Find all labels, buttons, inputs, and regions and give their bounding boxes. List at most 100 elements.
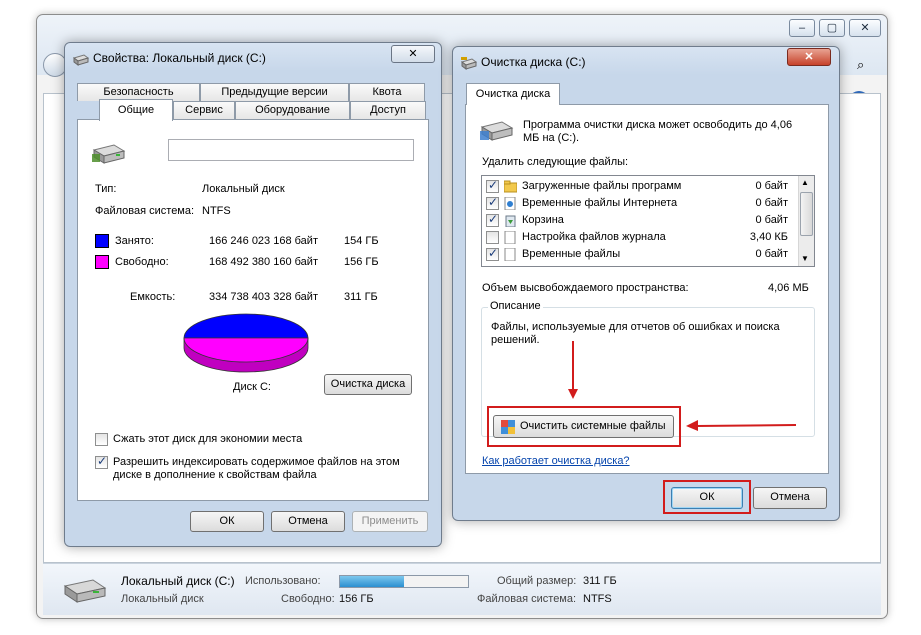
properties-close-button[interactable]: ✕ (391, 45, 435, 63)
file-size: 0 байт (755, 180, 788, 192)
file-size: 3,40 КБ (749, 231, 788, 243)
disk-cleanup-dialog: Очистка диска (C:) ✕ Очистка диска Прогр… (452, 46, 840, 521)
search-icon[interactable]: ⌕ (857, 57, 877, 75)
file-list-item[interactable]: ✓ Временные файлы 0 байт (482, 246, 796, 263)
close-button[interactable]: ✕ (849, 19, 881, 37)
used-label: Занято: (115, 235, 154, 247)
tab-sharing[interactable]: Доступ (350, 101, 426, 119)
shield-icon (501, 420, 515, 434)
maximize-button[interactable]: ▢ (819, 19, 845, 37)
disk-name-label: Диск C: (233, 381, 271, 393)
properties-title: Свойства: Локальный диск (C:) (93, 51, 266, 65)
details-pane: Локальный диск (C:) Локальный диск Испол… (43, 563, 881, 615)
type-label: Тип: (95, 183, 117, 195)
divider (90, 408, 410, 409)
folder-icon (503, 180, 518, 193)
drive-name: Локальный диск (C:) (121, 574, 235, 588)
used-space-fill (340, 576, 404, 587)
used-label: Использовано: (245, 575, 321, 587)
red-arrow-left-icon (686, 420, 797, 431)
file-checkbox[interactable]: ✓ (486, 212, 499, 227)
tab-quota[interactable]: Квота (349, 83, 425, 101)
file-size: 0 байт (755, 197, 788, 209)
recycle-bin-icon (504, 214, 517, 228)
free-label: Свободно: (281, 593, 335, 605)
pie-slice-used (183, 313, 309, 339)
tab-hardware[interactable]: Оборудование (235, 101, 350, 119)
free-bytes: 168 492 380 160 байт (209, 256, 318, 268)
tab-previous-versions[interactable]: Предыдущие версии (200, 83, 349, 101)
minimize-button[interactable]: – (789, 19, 815, 37)
used-space-bar (339, 575, 469, 588)
file-name: Временные файлы (522, 248, 621, 260)
file-system-value: NTFS (202, 205, 231, 217)
file-size: 0 байт (755, 214, 788, 226)
files-list[interactable]: ✓ Загруженные файлы программ 0 байт ✓ Времен… (481, 175, 815, 267)
drive-label-input[interactable] (168, 139, 414, 161)
file-system-label: Файловая система: (477, 593, 577, 605)
file-list-item[interactable]: ✓ Временные файлы Интернета 0 байт (482, 195, 796, 212)
divider (90, 171, 410, 172)
file-checkbox[interactable]: ✓ (486, 178, 499, 193)
capacity-label: Емкость: (130, 291, 176, 303)
disk-cleanup-close-button[interactable]: ✕ (787, 48, 831, 66)
properties-apply-button[interactable]: Применить (352, 511, 428, 532)
file-name: Временные файлы Интернета (522, 197, 678, 209)
file-list-item[interactable]: Настройка файлов журнала 3,40 КБ (482, 229, 796, 246)
index-label-line-2: диске в дополнение к свойствам файла (113, 469, 317, 481)
file-name: Корзина (522, 214, 564, 226)
internet-files-icon (504, 196, 517, 211)
delete-files-label: Удалить следующие файлы: (482, 156, 629, 168)
clean-system-files-label: Очистить системные файлы (520, 420, 666, 432)
file-system-value: NTFS (583, 593, 612, 605)
disk-cleanup-title-icon (461, 57, 477, 70)
file-checkbox[interactable]: ✓ (486, 195, 499, 210)
properties-dialog: Свойства: Локальный диск (C:) ✕ Безопасн… (64, 42, 442, 547)
file-checkbox[interactable]: ✓ (486, 246, 499, 261)
file-list-item[interactable]: ✓ Корзина 0 байт (482, 212, 796, 229)
disk-cleanup-button[interactable]: Очистка диска (324, 374, 412, 395)
tab-tools[interactable]: Сервис (173, 101, 235, 119)
index-checkbox[interactable]: ✓ (95, 454, 108, 469)
disk-cleanup-title: Очистка диска (C:) (481, 55, 586, 69)
file-checkbox[interactable] (486, 231, 499, 244)
properties-cancel-button[interactable]: Отмена (271, 511, 345, 532)
cleanup-intro-line-1: Программа очистки диска может освободить… (523, 119, 793, 131)
used-gb: 154 ГБ (344, 235, 379, 247)
compress-checkbox[interactable] (95, 433, 108, 446)
compress-label: Сжать этот диск для экономии места (113, 433, 303, 445)
free-color-swatch (95, 255, 109, 269)
tab-disk-cleanup[interactable]: Очистка диска (466, 83, 560, 105)
hard-drive-icon (92, 144, 126, 164)
disk-cleanup-cancel-button[interactable]: Отмена (753, 487, 827, 509)
hard-drive-icon (63, 579, 107, 603)
capacity-gb: 311 ГБ (344, 291, 378, 303)
cleanup-intro-line-2: МБ на (C:). (523, 132, 580, 144)
disk-cleanup-ok-button[interactable]: ОК (671, 487, 743, 509)
disk-cleanup-icon (480, 121, 514, 141)
red-arrow-down-icon (568, 341, 578, 399)
drive-type: Локальный диск (121, 593, 204, 605)
divider (90, 276, 410, 277)
used-color-swatch (95, 234, 109, 248)
file-list-item[interactable]: ✓ Загруженные файлы программ 0 байт (482, 178, 796, 195)
space-freed-value: 4,06 МБ (768, 282, 809, 294)
files-list-scrollbar[interactable]: ▲ ▼ (798, 176, 814, 266)
tab-general[interactable]: Общие (99, 99, 173, 121)
clean-system-files-button[interactable]: Очистить системные файлы (493, 415, 674, 438)
file-icon (504, 230, 517, 245)
disk-usage-pie (183, 313, 309, 373)
how-cleanup-works-link[interactable]: Как работает очистка диска? (482, 455, 630, 467)
general-tab-page: Тип: Локальный диск Файловая система: NT… (77, 119, 429, 501)
scroll-up-icon[interactable]: ▲ (801, 178, 809, 187)
total-size-label: Общий размер: (497, 575, 577, 587)
description-line-2: решений. (491, 334, 540, 346)
capacity-bytes: 334 738 403 328 байт (209, 291, 318, 303)
type-value: Локальный диск (202, 183, 285, 195)
description-legend: Описание (488, 300, 543, 312)
space-freed-label: Объем высвобождаемого пространства: (482, 282, 689, 294)
scroll-thumb[interactable] (800, 192, 813, 236)
scroll-down-icon[interactable]: ▼ (801, 254, 809, 263)
properties-ok-button[interactable]: ОК (190, 511, 264, 532)
description-line-1: Файлы, используемые для отчетов об ошибк… (491, 321, 780, 333)
